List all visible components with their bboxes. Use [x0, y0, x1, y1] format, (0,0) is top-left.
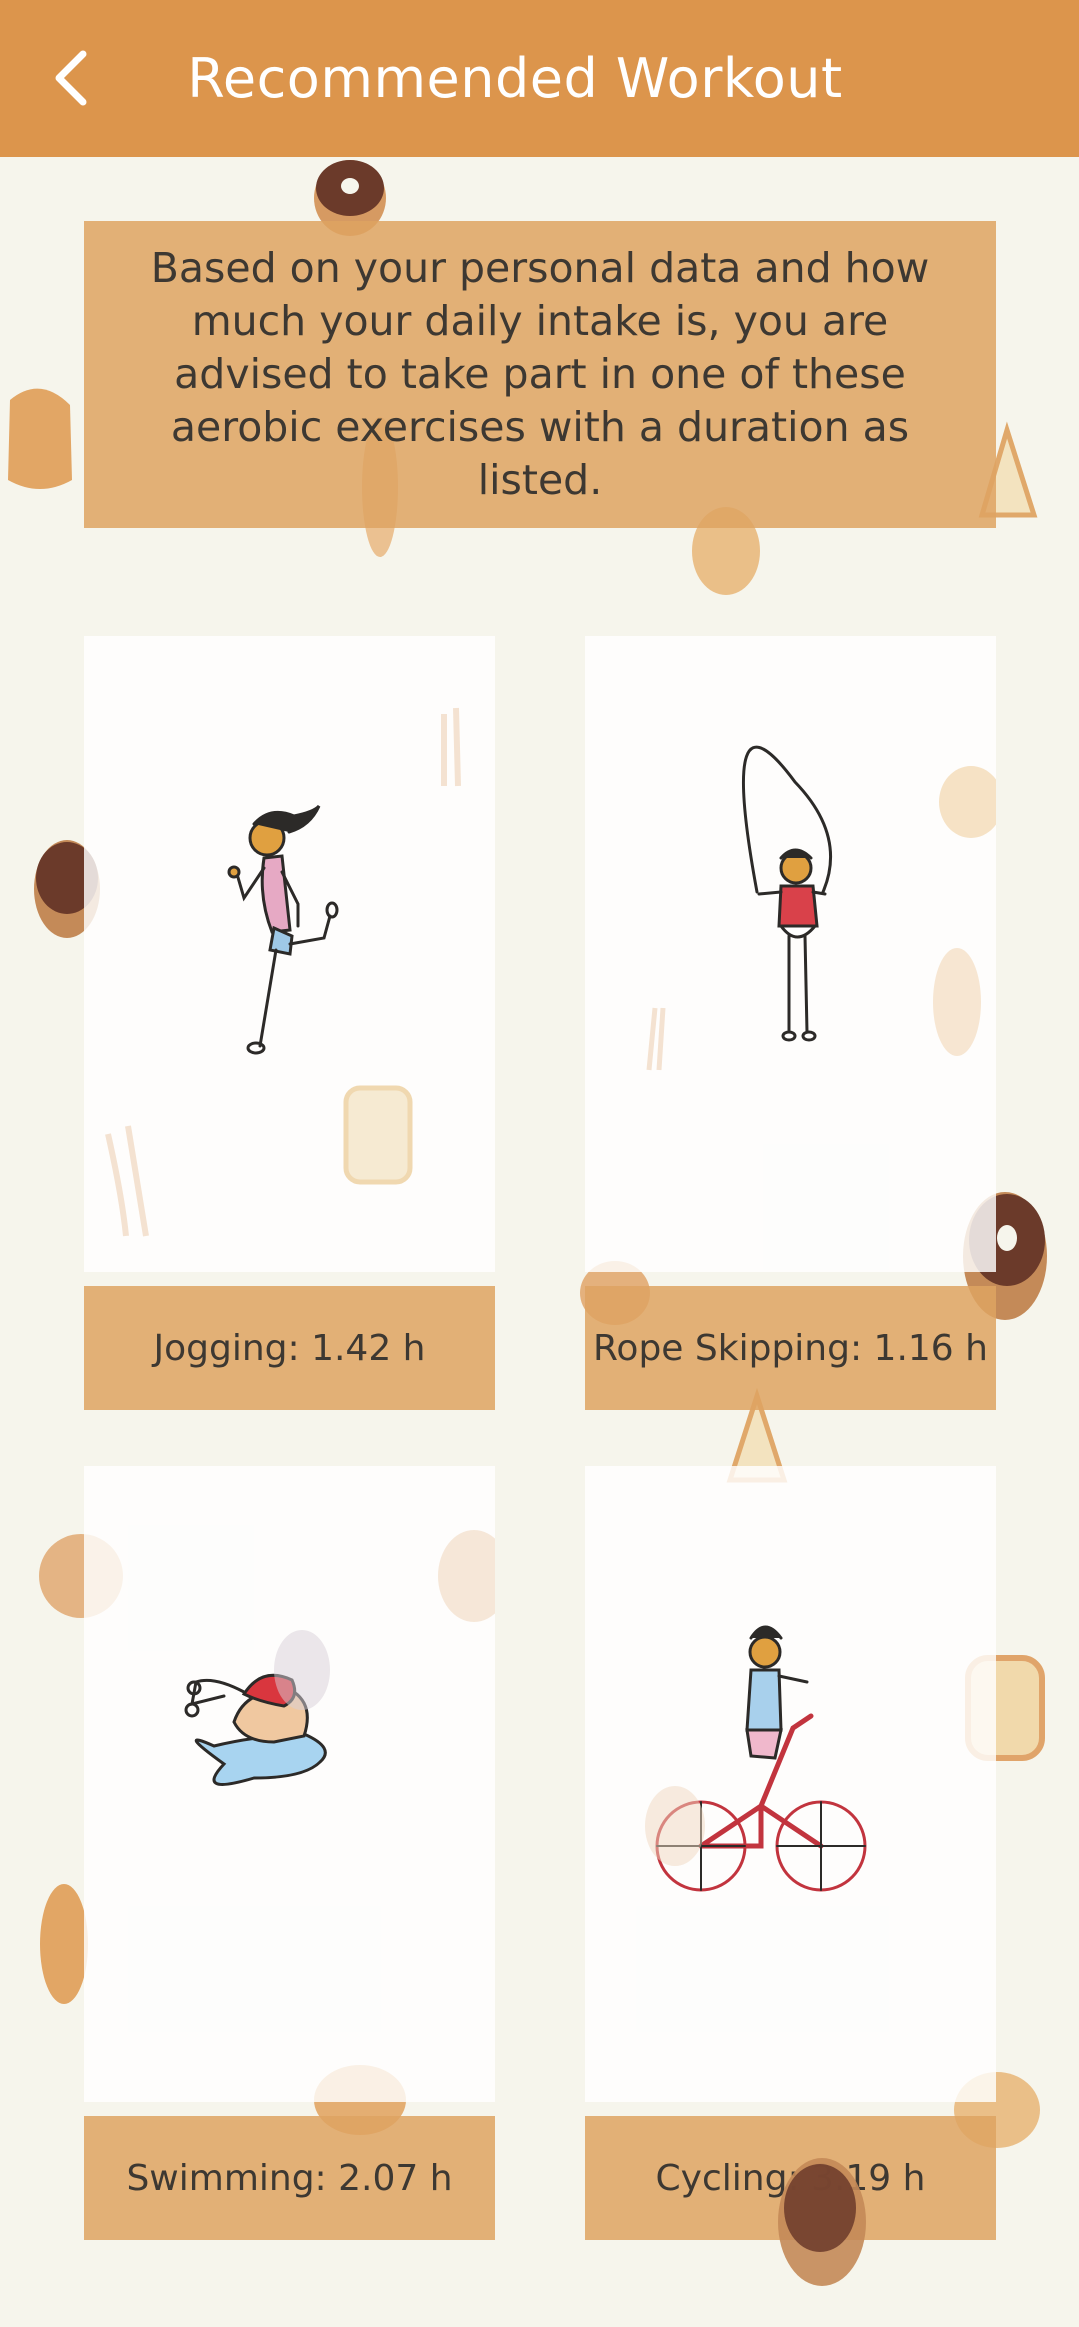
workout-label-swimming: Swimming: 2.07 h [84, 2116, 495, 2240]
workout-card-jogging[interactable]: Jogging: 1.42 h [84, 636, 495, 1410]
bread-doodle [8, 388, 72, 489]
app-bar: Recommended Workout [0, 0, 1079, 157]
intro-panel: Based on your personal data and how much… [84, 221, 996, 528]
workout-card-swimming[interactable]: Swimming: 2.07 h [84, 1466, 495, 2240]
jogging-illustration [84, 636, 495, 1272]
page-title: Recommended Workout [187, 47, 843, 110]
workout-card-cycling[interactable]: Cycling: 3.19 h [585, 1466, 996, 2240]
intro-text: Based on your personal data and how much… [150, 244, 930, 504]
swimming-illustration [84, 1466, 495, 2102]
rope-skipping-illustration [585, 636, 996, 1272]
cycling-illustration [585, 1466, 996, 2102]
workout-label-jogging: Jogging: 1.42 h [84, 1286, 495, 1410]
workout-label-cycling: Cycling: 3.19 h [585, 2116, 996, 2240]
workout-card-rope-skipping[interactable]: Rope Skipping: 1.16 h [585, 636, 996, 1410]
workout-label-rope-skipping: Rope Skipping: 1.16 h [585, 1286, 996, 1410]
